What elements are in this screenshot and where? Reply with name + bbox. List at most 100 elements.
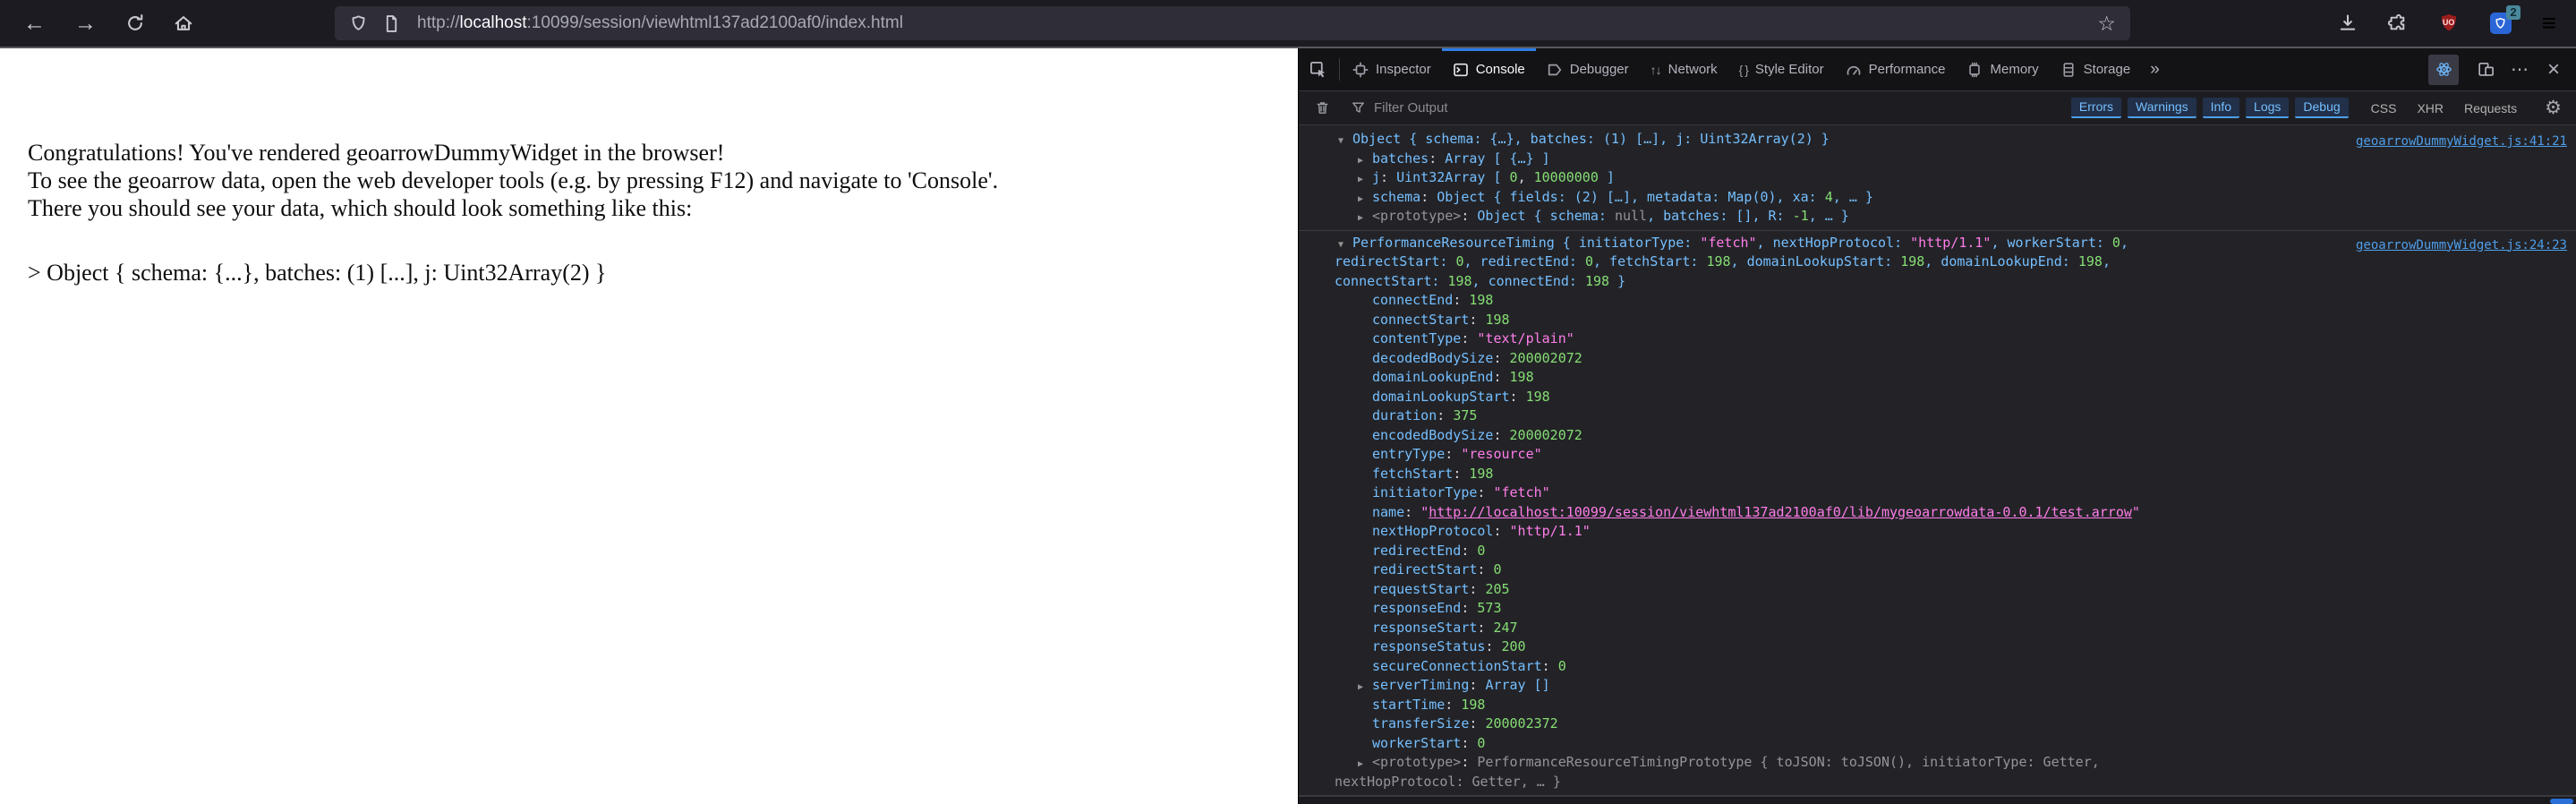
console-line: nextHopProtocol: Getter, … } bbox=[1299, 773, 2576, 792]
console-text: : bbox=[1453, 292, 1470, 308]
console-text: connectStart: bbox=[1335, 272, 1448, 289]
tab-memory[interactable]: Memory bbox=[1956, 48, 2049, 90]
console-text: 198 bbox=[1461, 696, 1486, 713]
console-text: , domainLookupEnd: bbox=[1924, 253, 2078, 269]
filter-css-button[interactable]: CSS bbox=[2364, 99, 2404, 117]
filter-logs-button[interactable]: Logs bbox=[2246, 98, 2290, 118]
filter-buttons: Errors Warnings Info Logs Debug CSS XHR Reques… bbox=[2061, 97, 2567, 119]
console-text: decodedBodySize bbox=[1372, 349, 1494, 366]
extensions-puzzle-icon[interactable] bbox=[2387, 13, 2408, 33]
hamburger-menu-icon[interactable]: ≡ bbox=[2542, 11, 2556, 36]
console-text: , … } bbox=[1832, 188, 1873, 205]
console-text: encodedBodySize bbox=[1372, 426, 1494, 443]
download-icon[interactable] bbox=[2338, 13, 2358, 33]
console-text: serverTiming bbox=[1372, 677, 1470, 693]
console-text: : bbox=[1445, 446, 1462, 462]
responsive-design-mode-icon[interactable] bbox=[2470, 55, 2501, 85]
console-text: Array [] bbox=[1485, 677, 1550, 693]
console-text: : bbox=[1477, 619, 1494, 636]
back-button[interactable]: ← bbox=[23, 12, 46, 35]
console-text: 0 bbox=[2111, 234, 2120, 251]
tab-performance[interactable]: Performance bbox=[1835, 48, 1957, 90]
console-text: 10000000 bbox=[1533, 169, 1599, 185]
console-line: encodedBodySize: 200002072 bbox=[1299, 426, 2576, 446]
url-path: :10099/session/viewhtml137ad2100af0/inde… bbox=[526, 13, 903, 32]
tab-style-editor[interactable]: { } Style Editor bbox=[1728, 48, 1835, 90]
collapse-arrow-icon[interactable]: ▼ bbox=[1338, 132, 1352, 151]
tab-debugger[interactable]: Debugger bbox=[1536, 48, 1640, 90]
console-text: domainLookupEnd bbox=[1372, 369, 1494, 385]
ublock-extension-icon[interactable]: UO bbox=[2438, 13, 2460, 34]
console-text: , nextHopProtocol: bbox=[1756, 234, 1911, 251]
console-url-link[interactable]: http://localhost:10099/session/viewhtml1… bbox=[1429, 504, 2132, 520]
console-line: domainLookupStart: 198 bbox=[1299, 388, 2576, 407]
tab-label: Style Editor bbox=[1754, 62, 1824, 77]
more-tabs-chevron-icon[interactable]: » bbox=[2141, 48, 2169, 90]
browser-window: ← → http://localhost:10099/session/viewh… bbox=[0, 0, 2576, 804]
console-text: 198 bbox=[1706, 253, 1731, 269]
console-text: "http/1.1" bbox=[1910, 234, 1992, 251]
tab-label: Inspector bbox=[1376, 62, 1431, 77]
console-line: fetchStart: 198 bbox=[1299, 465, 2576, 484]
console-text: 198 bbox=[2077, 253, 2103, 269]
url-text[interactable]: http://localhost:10099/session/viewhtml1… bbox=[417, 13, 2097, 33]
tab-storage[interactable]: Storage bbox=[2050, 48, 2142, 90]
tab-inspector[interactable]: Inspector bbox=[1342, 48, 1442, 90]
filter-info-button[interactable]: Info bbox=[2202, 98, 2240, 118]
console-text: PerformanceResourceTiming { initiatorTyp… bbox=[1352, 234, 1701, 251]
clear-console-trash-icon[interactable] bbox=[1308, 100, 1337, 115]
filter-warnings-button[interactable]: Warnings bbox=[2128, 98, 2196, 118]
console-line: ▶ <prototype>: Object { schema: null, bat… bbox=[1299, 207, 2576, 227]
console-line: decodedBodySize: 200002072 bbox=[1299, 349, 2576, 369]
filter-output-input[interactable]: Filter Output bbox=[1374, 100, 1448, 115]
expand-arrow-icon[interactable]: ▶ bbox=[1358, 151, 1372, 171]
filter-debug-button[interactable]: Debug bbox=[2295, 98, 2349, 118]
expand-arrow-icon[interactable]: ▶ bbox=[1358, 755, 1372, 774]
filter-level-buttons: Errors Warnings Info Logs Debug bbox=[2070, 98, 2349, 118]
meatball-menu-icon[interactable]: ⋯ bbox=[2504, 55, 2535, 85]
console-text: 247 bbox=[1493, 619, 1518, 636]
console-text: 0 bbox=[1477, 542, 1486, 559]
console-line: nextHopProtocol: "http/1.1" bbox=[1299, 522, 2576, 542]
console-text: connectEnd bbox=[1372, 292, 1454, 308]
site-identity-page-icon[interactable] bbox=[382, 14, 401, 33]
close-devtools-icon[interactable]: × bbox=[2538, 55, 2569, 85]
devtools-tabs: Inspector Console Debugger ↑↓ Network { } Styl… bbox=[1342, 48, 2141, 90]
home-icon[interactable] bbox=[174, 13, 193, 33]
debugger-icon bbox=[1547, 62, 1563, 78]
expand-arrow-icon[interactable]: ▶ bbox=[1358, 209, 1372, 228]
expand-arrow-icon[interactable]: ▶ bbox=[1358, 190, 1372, 210]
console-input-row[interactable] bbox=[1299, 796, 2576, 804]
console-text: Object { schema: bbox=[1477, 208, 1615, 224]
console-text: Array [ {…} ] bbox=[1445, 150, 1550, 167]
console-filter-bar: Filter Output Errors Warnings Info Logs Debu… bbox=[1299, 91, 2576, 125]
expand-arrow-icon[interactable]: ▶ bbox=[1358, 170, 1372, 190]
reload-icon[interactable] bbox=[125, 13, 145, 33]
console-text: : bbox=[1477, 484, 1494, 500]
console-text: : bbox=[1541, 657, 1558, 674]
collapse-arrow-icon[interactable]: ▼ bbox=[1338, 235, 1352, 255]
console-settings-gear-icon[interactable]: ⚙ bbox=[2539, 97, 2567, 119]
bookmark-star-icon[interactable]: ☆ bbox=[2097, 12, 2116, 36]
filter-requests-button[interactable]: Requests bbox=[2457, 99, 2524, 117]
extension-badge-count: 2 bbox=[2506, 5, 2521, 20]
forward-button[interactable]: → bbox=[74, 12, 97, 35]
tab-network[interactable]: ↑↓ Network bbox=[1640, 48, 1728, 90]
console-text: -1 bbox=[1792, 208, 1809, 224]
expand-arrow-icon[interactable]: ▶ bbox=[1358, 678, 1372, 697]
console-text: : bbox=[1461, 734, 1478, 751]
devtools-panel: Inspector Console Debugger ↑↓ Network { } Styl… bbox=[1298, 48, 2576, 804]
filter-xhr-button[interactable]: XHR bbox=[2410, 99, 2451, 117]
console-text: 0 bbox=[1584, 253, 1593, 269]
shield-permissions-icon[interactable] bbox=[349, 14, 368, 33]
tab-console[interactable]: Console bbox=[1441, 48, 1536, 90]
password-manager-extension-icon[interactable]: 2 bbox=[2489, 5, 2521, 34]
console-line: initiatorType: "fetch" bbox=[1299, 483, 2576, 503]
url-bar[interactable]: http://localhost:10099/session/viewhtml1… bbox=[335, 6, 2130, 40]
console-text: "text/plain" bbox=[1477, 330, 1574, 346]
element-picker-icon[interactable] bbox=[1299, 48, 1337, 90]
filter-errors-button[interactable]: Errors bbox=[2070, 98, 2122, 118]
console-text: "fetch" bbox=[1700, 234, 1757, 251]
console-text: : bbox=[1453, 465, 1470, 482]
react-devtools-atom-icon[interactable] bbox=[2428, 54, 2459, 85]
